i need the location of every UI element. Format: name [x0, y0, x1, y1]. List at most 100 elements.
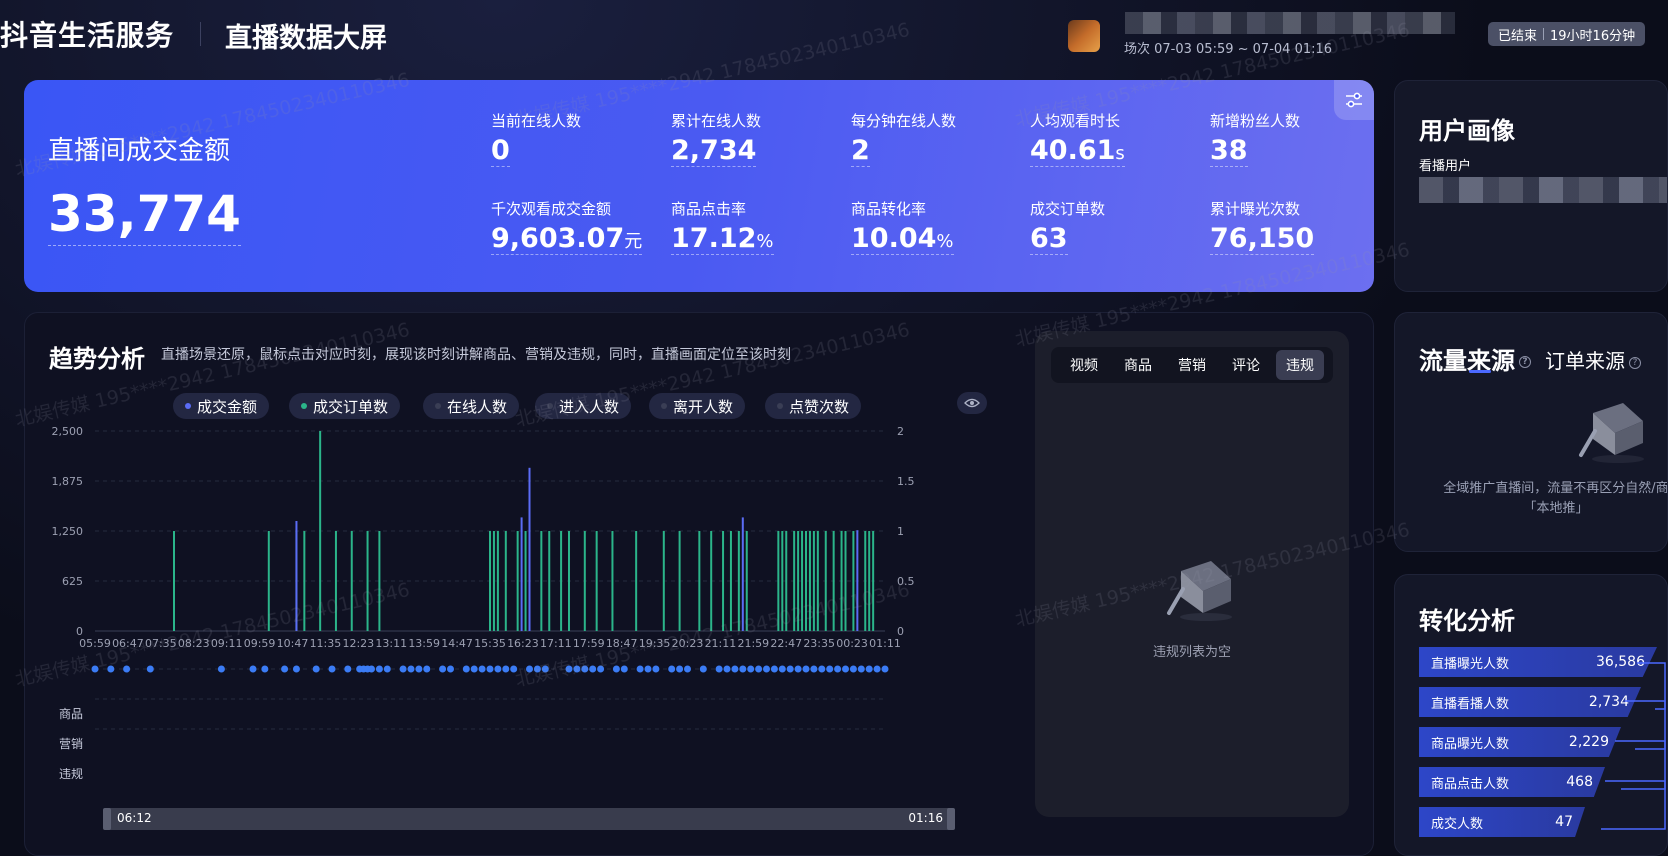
tab-product[interactable]: 商品 [1114, 350, 1162, 380]
kpi-settings-button[interactable] [1334, 80, 1374, 120]
x-tick-label: 01:11 [869, 637, 901, 650]
y-left-tick-label: 2,500 [52, 425, 84, 438]
kpi-panel: 直播间成交金额 33,774 当前在线人数 0 累计在线人数 2,734 每分钟… [24, 80, 1374, 292]
product-marker [794, 665, 802, 673]
y-right-tick-label: 1 [897, 525, 904, 538]
kpi-value[interactable]: 40.61s [1030, 135, 1125, 167]
status-text: 已结束 [1498, 28, 1538, 44]
kpi-value[interactable]: 0 [491, 135, 510, 167]
brand-name: 抖音生活服务 [0, 19, 175, 52]
orders-bar [722, 531, 725, 631]
product-marker [699, 665, 707, 673]
product-marker [723, 665, 731, 673]
kpi-value[interactable]: 9,603.07元 [491, 223, 643, 255]
product-marker [857, 665, 865, 673]
traffic-source-panel: 流量来源? 订单来源? 全域推广直播间，流量不再区分自然/商「本地推」 [1394, 312, 1668, 552]
active-tab-indicator [1469, 370, 1491, 373]
product-marker [447, 665, 454, 673]
violation-empty-text: 违规列表为空 [1152, 645, 1231, 660]
kpi-label: 成交订单数 [1030, 200, 1106, 218]
trend-chart[interactable]: 0 0625 0.51,250 11,875 1.52,500 205:59 06:47 07… [25, 313, 1025, 833]
orders-bar [793, 531, 796, 631]
product-marker [344, 665, 352, 673]
product-marker [439, 665, 447, 673]
product-marker [292, 665, 300, 673]
kpi-product-ctr: 商品点击率 17.12% [671, 198, 841, 255]
funnel-row[interactable]: 成交人数 47 [1419, 807, 1585, 837]
orders-bar [745, 531, 748, 631]
kpi-product-cvr: 商品转化率 10.04% [851, 198, 1021, 255]
product-marker [565, 665, 573, 673]
slider-handle-start[interactable] [103, 808, 111, 830]
orders-bar [797, 531, 800, 631]
product-marker [818, 665, 826, 673]
streamer-avatar[interactable] [1068, 20, 1100, 52]
product-marker [865, 665, 873, 673]
product-marker [644, 665, 652, 673]
x-tick-label: 05:59 [79, 637, 111, 650]
orders-bar [816, 531, 819, 631]
duration-text: 19小时16分钟 [1550, 28, 1636, 44]
tab-violation[interactable]: 违规 [1276, 350, 1324, 380]
kpi-value[interactable]: 2,734 [671, 135, 757, 167]
gmv-bar [528, 467, 531, 631]
product-marker [747, 665, 755, 673]
x-tick-label: 11:35 [310, 637, 342, 650]
y-right-tick-label: 1.5 [897, 475, 915, 488]
product-marker [684, 665, 691, 673]
x-tick-label: 09:11 [211, 637, 243, 650]
orders-bar [824, 531, 827, 631]
product-marker [328, 665, 336, 673]
orders-bar [864, 531, 867, 631]
x-tick-label: 18:47 [606, 637, 638, 650]
kpi-label: 商品点击率 [671, 200, 747, 218]
product-marker [368, 665, 375, 673]
tab-marketing[interactable]: 营销 [1168, 350, 1216, 380]
orders-bar [805, 531, 807, 631]
product-marker [810, 665, 818, 673]
product-marker [620, 665, 628, 673]
help-icon[interactable]: ? [1519, 356, 1531, 368]
gmv-value[interactable]: 33,774 [48, 185, 241, 246]
violation-tabs: 视频 商品 营销 评论 违规 [1051, 347, 1333, 383]
kpi-value[interactable]: 17.12% [671, 223, 774, 255]
orders-bar [737, 531, 740, 631]
orders-bar [489, 531, 491, 631]
kpi-label: 累计在线人数 [671, 112, 762, 130]
tab-video[interactable]: 视频 [1060, 350, 1108, 380]
product-marker [842, 665, 849, 673]
help-icon[interactable]: ? [1629, 356, 1641, 369]
orders-bar [777, 531, 780, 631]
product-marker [826, 665, 834, 673]
y-left-tick-label: 1,875 [52, 475, 84, 488]
kpi-gpm: 千次观看成交金额 9,603.07元 [491, 198, 661, 255]
streamer-name-redacted [1125, 12, 1455, 34]
tab-comment[interactable]: 评论 [1222, 350, 1270, 380]
product-marker [739, 665, 747, 673]
kpi-value[interactable]: 38 [1210, 135, 1248, 167]
y-right-tick-label: 0.5 [897, 575, 915, 588]
kpi-value[interactable]: 10.04% [851, 223, 954, 255]
product-marker [486, 665, 494, 673]
time-range-slider[interactable]: 06:12 01:16 [103, 808, 955, 830]
x-tick-label: 16:23 [507, 637, 539, 650]
traffic-note: 全域推广直播间，流量不再区分自然/商「本地推」 [1443, 481, 1668, 516]
live-status-badge: 已结束 19小时16分钟 [1488, 22, 1646, 46]
product-marker [636, 665, 644, 673]
range-end-label: 01:16 [908, 811, 943, 825]
orders-bar [635, 531, 638, 631]
header: 抖音生活服务 直播数据大屏 场次 07-03 05:59 ~ 07-04 01:… [0, 0, 1668, 70]
product-marker [407, 665, 415, 673]
slider-handle-end[interactable] [947, 808, 955, 830]
orders-bar [781, 531, 784, 631]
kpi-value[interactable]: 63 [1030, 223, 1068, 255]
x-tick-label: 12:23 [342, 637, 374, 650]
y-right-tick-label: 2 [897, 425, 904, 438]
orders-bar [319, 431, 322, 631]
orders-bar [173, 531, 175, 631]
gmv-label: 直播间成交金额 [48, 136, 231, 166]
product-marker [399, 665, 407, 673]
kpi-value[interactable]: 2 [851, 135, 870, 167]
kpi-value[interactable]: 76,150 [1210, 223, 1315, 255]
tab-order-source[interactable]: 订单来源? [1545, 345, 1641, 374]
